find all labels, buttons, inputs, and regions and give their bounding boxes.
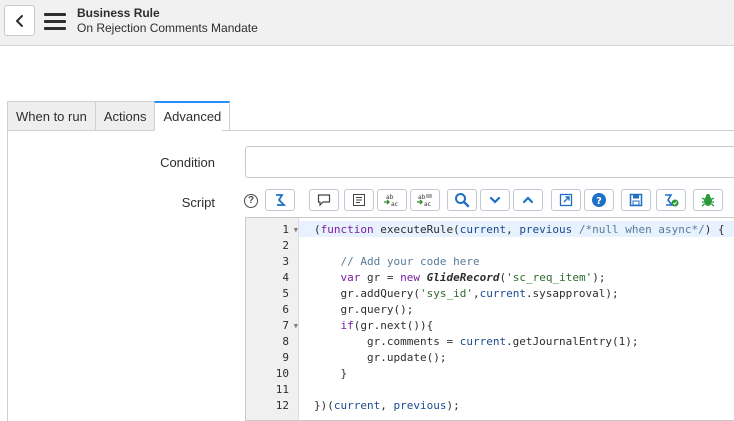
line-number: 9 bbox=[282, 351, 289, 364]
back-button[interactable] bbox=[4, 5, 35, 36]
line-number: 7 ▼ bbox=[282, 319, 298, 332]
save-icon bbox=[629, 193, 643, 207]
line-number: 2 bbox=[282, 239, 289, 252]
format-code-icon bbox=[353, 194, 365, 206]
help-button[interactable]: ? bbox=[584, 189, 614, 211]
chevron-up-icon bbox=[522, 196, 534, 204]
tab-border bbox=[7, 130, 150, 131]
line-numbers: 1 ▼ 2 3 4 5 6 7 ▼ 8 9 10 11 12 bbox=[246, 222, 298, 414]
code-line[interactable]: // Add your code here bbox=[314, 254, 725, 270]
code-line[interactable]: })(current, previous); bbox=[314, 398, 725, 414]
code-line[interactable]: gr.query(); bbox=[314, 302, 725, 318]
line-number: 12 bbox=[275, 399, 289, 412]
hamburger-menu-icon[interactable] bbox=[44, 13, 66, 31]
fullscreen-icon bbox=[559, 193, 573, 207]
code-line[interactable]: if(gr.next()){ bbox=[314, 318, 725, 334]
script-editor[interactable]: 1 ▼ 2 3 4 5 6 7 ▼ 8 9 10 11 12 (function e… bbox=[245, 217, 734, 421]
line-number: 4 bbox=[282, 271, 289, 284]
code-line[interactable] bbox=[314, 238, 725, 254]
code-line[interactable]: } bbox=[314, 366, 725, 382]
line-number: 1 ▼ bbox=[282, 223, 298, 236]
panel-border-top bbox=[222, 130, 734, 131]
code-line[interactable]: gr.update(); bbox=[314, 350, 725, 366]
replace-button[interactable]: ab ac bbox=[377, 189, 407, 211]
line-number: 10 bbox=[275, 367, 289, 380]
replace-icon: ab ac bbox=[384, 194, 398, 208]
replace-all-icon: ab ac bbox=[417, 194, 432, 208]
save-button[interactable] bbox=[621, 189, 651, 211]
tab-when-to-run[interactable]: When to run bbox=[7, 101, 95, 131]
svg-text:ac: ac bbox=[424, 201, 431, 208]
comment-icon bbox=[317, 194, 331, 207]
line-number: 6 bbox=[282, 303, 289, 316]
code-line[interactable] bbox=[314, 382, 725, 398]
line-number: 11 bbox=[275, 383, 289, 396]
svg-text:ac: ac bbox=[391, 201, 398, 208]
code-line[interactable]: var gr = new GlideRecord('sc_req_item'); bbox=[314, 270, 725, 286]
page-title: Business Rule bbox=[77, 6, 160, 20]
script-debugger-button[interactable] bbox=[656, 189, 686, 211]
format-code-button[interactable] bbox=[344, 189, 374, 211]
panel-border-left bbox=[7, 131, 8, 421]
code-line[interactable]: gr.addQuery('sys_id',current.sysapproval… bbox=[314, 286, 725, 302]
debug-button[interactable] bbox=[693, 189, 723, 211]
line-number: 8 bbox=[282, 335, 289, 348]
question-circle-icon[interactable]: ? bbox=[244, 194, 258, 208]
chevron-left-icon bbox=[15, 14, 23, 27]
form-header: Business Rule On Rejection Comments Mand… bbox=[0, 0, 734, 46]
fold-arrow-icon[interactable]: ▼ bbox=[294, 222, 298, 238]
replace-all-button[interactable]: ab ac bbox=[410, 189, 440, 211]
search-icon bbox=[455, 193, 470, 208]
tab-advanced[interactable]: Advanced bbox=[154, 101, 231, 131]
line-number: 5 bbox=[282, 287, 289, 300]
bug-icon bbox=[701, 194, 715, 207]
code-content[interactable]: (function executeRule(current, previous … bbox=[314, 222, 725, 414]
fullscreen-button[interactable] bbox=[551, 189, 581, 211]
fold-arrow-icon[interactable]: ▼ bbox=[294, 318, 298, 334]
condition-field[interactable] bbox=[245, 146, 734, 178]
script-debugger-icon bbox=[665, 194, 679, 207]
toggle-syntax-button[interactable] bbox=[265, 189, 295, 211]
tab-actions[interactable]: Actions bbox=[94, 101, 155, 131]
code-line[interactable]: (function executeRule(current, previous … bbox=[314, 222, 725, 238]
toggle-syntax-icon bbox=[276, 194, 287, 206]
record-name: On Rejection Comments Mandate bbox=[77, 21, 258, 35]
code-line[interactable]: gr.comments = current.getJournalEntry(1)… bbox=[314, 334, 725, 350]
svg-text:ab: ab bbox=[418, 194, 426, 201]
condition-label: Condition bbox=[160, 155, 215, 170]
chevron-down-icon bbox=[489, 196, 501, 204]
collapse-button[interactable] bbox=[480, 189, 510, 211]
expand-button[interactable] bbox=[513, 189, 543, 211]
comment-button[interactable] bbox=[309, 189, 339, 211]
search-button[interactable] bbox=[447, 189, 477, 211]
svg-text:?: ? bbox=[596, 196, 602, 207]
line-number: 3 bbox=[282, 255, 289, 268]
form-tabs: When to run Actions Advanced bbox=[7, 101, 231, 131]
help-icon: ? bbox=[592, 193, 606, 207]
script-label: Script bbox=[181, 195, 215, 210]
